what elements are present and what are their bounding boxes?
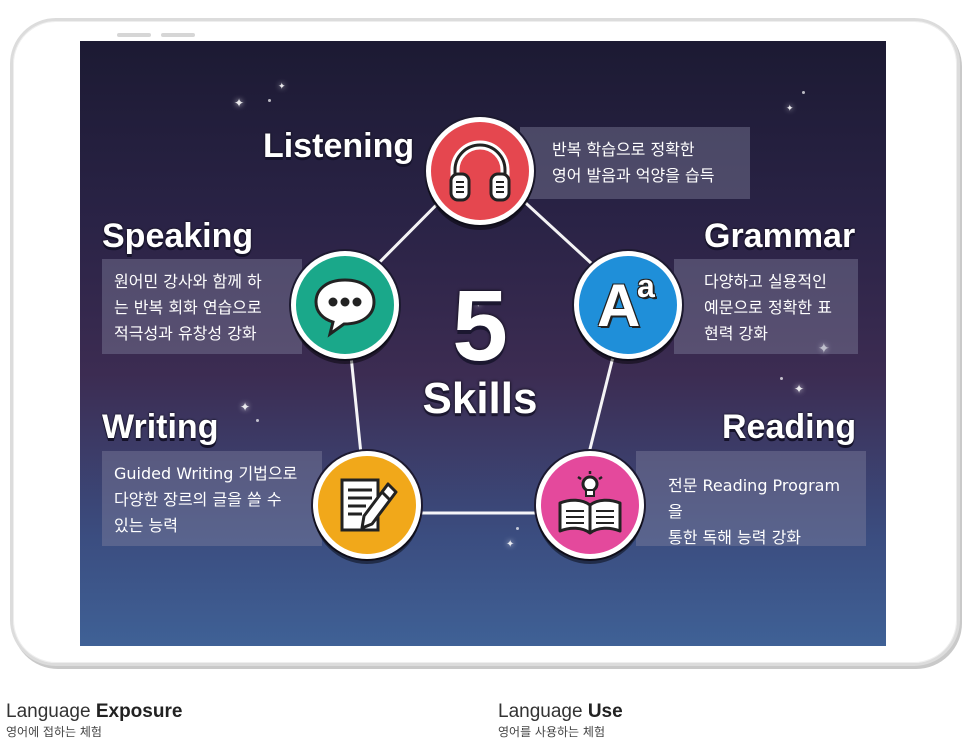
- skills-word: Skills: [422, 374, 538, 423]
- listening-description: 반복 학습으로 정확한 영어 발음과 억양을 습득: [520, 127, 750, 199]
- caption-language-use: Language Use 영어를 사용하는 체험: [498, 700, 623, 740]
- open-book-bulb-icon: [558, 471, 622, 535]
- reading-desc-line: 통한 독해 능력 강화: [668, 528, 802, 547]
- grammar-desc-line: 예문으로 정확한 표: [704, 298, 832, 317]
- writing-description: Guided Writing 기법으로 다양한 장르의 글을 쓸 수 있는 능력: [102, 451, 322, 546]
- caption-title: Language Use: [498, 700, 623, 724]
- caption-subtitle: 영어에 접하는 체험: [6, 725, 102, 739]
- writing-desc-line: 있는 능력: [114, 516, 178, 535]
- aa-letter-large: A: [597, 272, 641, 339]
- caption-title-prefix: Language: [498, 701, 588, 722]
- speaking-desc-line: 원어민 강사와 함께 하: [114, 272, 262, 291]
- writing-title: Writing: [102, 408, 219, 446]
- aa-letter-small: a: [637, 268, 655, 304]
- speaking-description: 원어민 강사와 함께 하 는 반복 회화 연습으로 적극성과 유창성 강화: [102, 259, 302, 354]
- speaking-title: Speaking: [102, 217, 254, 255]
- grammar-desc-line: 현력 강화: [704, 324, 768, 343]
- writing-desc-line: 다양한 장르의 글을 쓸 수: [114, 490, 282, 509]
- caption-title-bold: Exposure: [95, 701, 183, 722]
- grammar-title: Grammar: [704, 217, 856, 255]
- listening-title: Listening: [263, 127, 415, 165]
- speaking-badge: [291, 251, 399, 359]
- grammar-description: 다양하고 실용적인 예문으로 정확한 표 현력 강화: [674, 259, 858, 354]
- grammar-badge: A a: [574, 251, 682, 359]
- reading-badge: [536, 451, 644, 559]
- skills-count: 5: [452, 270, 508, 382]
- reading-description: 전문 Reading Program을 통한 독해 능력 강화: [636, 451, 866, 547]
- document-pencil-icon: [340, 478, 398, 532]
- aa-letters-icon: A a: [593, 268, 663, 340]
- writing-badge: [313, 451, 421, 559]
- reading-title: Reading: [722, 408, 857, 446]
- center-skills-label: 5 Skills: [400, 276, 560, 422]
- skills-infographic: ✦ ✦ ✦ ✦ ✦ ✦ ✦ ✦ 5 Skills Listening 반복 학습…: [80, 41, 886, 646]
- writing-desc-line: Guided Writing 기법으로: [114, 464, 298, 483]
- tablet-power-button: [161, 33, 195, 37]
- caption-title-bold: Use: [587, 701, 623, 722]
- speech-bubble-icon: [314, 278, 376, 338]
- tablet-volume-button: [117, 33, 151, 37]
- reading-desc-line: 전문 Reading Program을: [668, 476, 841, 521]
- listening-badge: [426, 117, 534, 225]
- caption-subtitle: 영어를 사용하는 체험: [498, 725, 605, 739]
- grammar-desc-line: 다양하고 실용적인: [704, 272, 827, 291]
- caption-title-prefix: Language: [6, 701, 96, 722]
- caption-title: Language Exposure: [6, 700, 182, 724]
- listening-desc-line: 반복 학습으로 정확한: [552, 140, 695, 159]
- caption-language-exposure: Language Exposure 영어에 접하는 체험: [6, 700, 182, 740]
- listening-desc-line: 영어 발음과 억양을 습득: [552, 166, 715, 185]
- speaking-desc-line: 는 반복 회화 연습으로: [114, 298, 262, 317]
- speaking-desc-line: 적극성과 유창성 강화: [114, 324, 257, 343]
- headphones-icon: [449, 140, 511, 202]
